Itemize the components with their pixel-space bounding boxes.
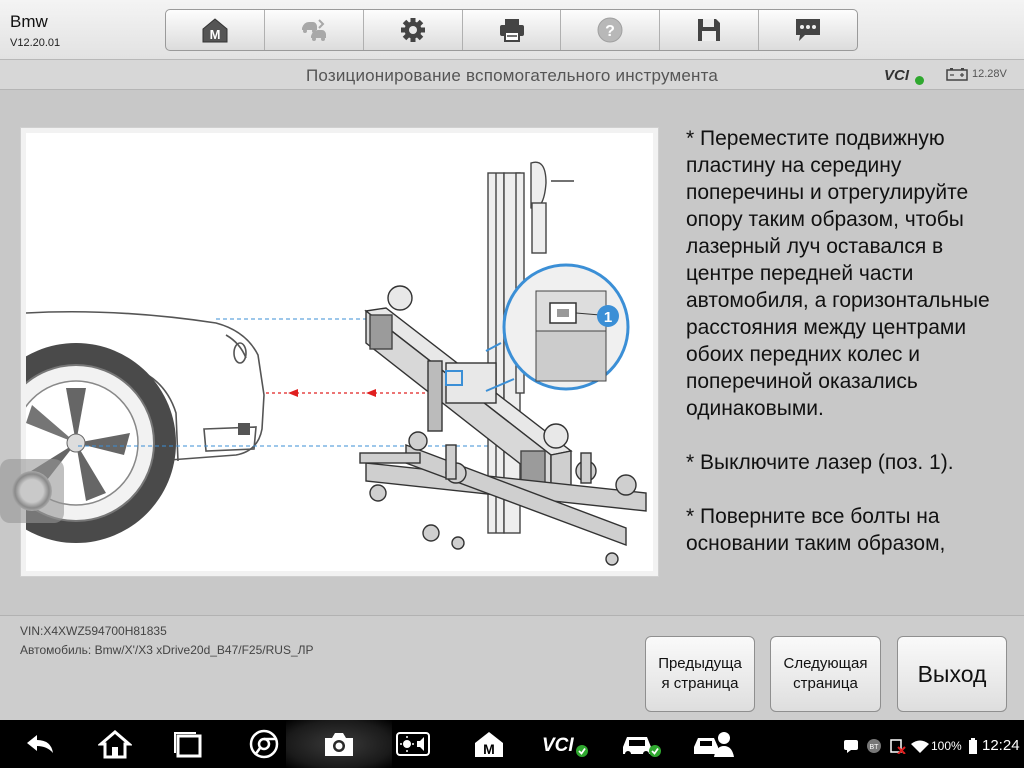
vci-icon: VCI — [542, 735, 588, 757]
status-wifi-icon — [911, 740, 929, 753]
brightness-volume-icon — [396, 732, 430, 756]
recent-apps-icon — [174, 732, 202, 758]
help-button[interactable]: ? — [561, 10, 661, 50]
car-swap-icon — [301, 19, 326, 41]
app-version: V12.20.01 — [10, 37, 61, 49]
illustration-frame: 1 — [20, 127, 659, 577]
home-button[interactable]: M — [166, 10, 265, 50]
battery-voltage-icon — [946, 68, 968, 81]
app-name: Bmw — [10, 12, 48, 31]
technician-car-icon — [694, 732, 734, 757]
instruction-paragraph: * Выключите лазер (поз. 1). — [686, 451, 954, 474]
floppy-icon — [698, 19, 721, 41]
title-bar: Позиционирование вспомогательного инстру… — [0, 60, 1024, 90]
svg-text:?: ? — [605, 23, 615, 40]
gear-icon — [400, 18, 425, 42]
previous-page-label-line2: я страница — [661, 675, 739, 692]
vin-label: VIN:X4XWZ594700H81835 — [20, 624, 167, 638]
m-home-icon: M — [202, 18, 228, 43]
callout-number: 1 — [604, 309, 612, 326]
instructions-text: * Переместите подвижную пластину на сере… — [686, 125, 1016, 585]
browser-icon — [249, 729, 279, 759]
next-page-label-line1: Следующая — [783, 655, 868, 672]
next-page-button[interactable]: Следующая страница — [770, 636, 881, 712]
status-icons: BT — [844, 739, 929, 754]
exit-button[interactable]: Выход — [897, 636, 1007, 712]
home-nav-button[interactable] — [97, 728, 133, 760]
chat-icon — [796, 19, 821, 41]
vehicle-swap-button[interactable] — [265, 10, 364, 50]
next-page-label: Следующая страница — [784, 654, 868, 694]
help-icon: ? — [597, 17, 623, 43]
status-time: 12:24 — [982, 737, 1020, 754]
next-page-label-line2: страница — [793, 675, 858, 692]
top-bar: Bmw V12.20.01 M ? — [0, 0, 1024, 60]
previous-page-button[interactable]: Предыдуща я страница — [645, 636, 755, 712]
screenshot-button[interactable] — [321, 728, 357, 760]
recent-apps-button[interactable] — [170, 728, 206, 760]
status-no-signal-icon — [890, 739, 906, 754]
camera-icon — [325, 733, 353, 756]
svg-text:BT: BT — [870, 744, 880, 751]
vehicle-ok-button[interactable] — [620, 728, 664, 760]
house-icon — [98, 730, 132, 759]
instruction-paragraph: * Переместите подвижную пластину на сере… — [686, 127, 990, 420]
m-home-icon: M — [475, 732, 503, 757]
adas-fixture-illustration: 1 — [26, 133, 653, 571]
browser-button[interactable] — [246, 728, 282, 760]
main-toolbar: M ? — [165, 9, 858, 51]
status-battery-percent: 100% — [931, 739, 962, 753]
message-button[interactable] — [759, 10, 857, 50]
battery-voltage: 12.28V — [972, 68, 1007, 80]
floating-assistive-button[interactable] — [0, 459, 64, 523]
zoom-callout: 1 — [502, 263, 630, 391]
maxisys-home-button[interactable]: M — [471, 728, 507, 760]
remote-support-button[interactable] — [692, 728, 736, 760]
vehicle-label: Автомобиль: Bmw/X'/X3 xDrive20d_B47/F25/… — [20, 643, 314, 657]
previous-page-label: Предыдуща я страница — [658, 654, 742, 694]
printer-icon — [499, 19, 524, 42]
back-icon — [27, 735, 53, 753]
instruction-paragraph: * Поверните все болты на основании таким… — [686, 505, 946, 555]
vci-manager-button[interactable]: VCI — [540, 728, 590, 760]
settings-button[interactable] — [364, 10, 463, 50]
status-message-icon — [844, 740, 858, 753]
print-button[interactable] — [463, 10, 562, 50]
vci-nav-label: VCI — [542, 735, 574, 756]
assistive-ring-icon — [12, 471, 52, 511]
previous-page-label-line1: Предыдуща — [658, 655, 742, 672]
save-button[interactable] — [660, 10, 760, 50]
status-bluetooth-icon: BT — [867, 739, 881, 753]
back-button[interactable] — [22, 728, 58, 760]
brightness-volume-button[interactable] — [395, 728, 431, 760]
vci-connected-icon — [915, 76, 924, 85]
car-check-icon — [623, 737, 661, 757]
vci-status: VCI — [884, 67, 910, 84]
page-title: Позиционирование вспомогательного инстру… — [305, 66, 719, 85]
svg-text:M: M — [483, 741, 495, 757]
status-battery-icon — [969, 738, 977, 754]
svg-text:M: M — [210, 27, 221, 42]
